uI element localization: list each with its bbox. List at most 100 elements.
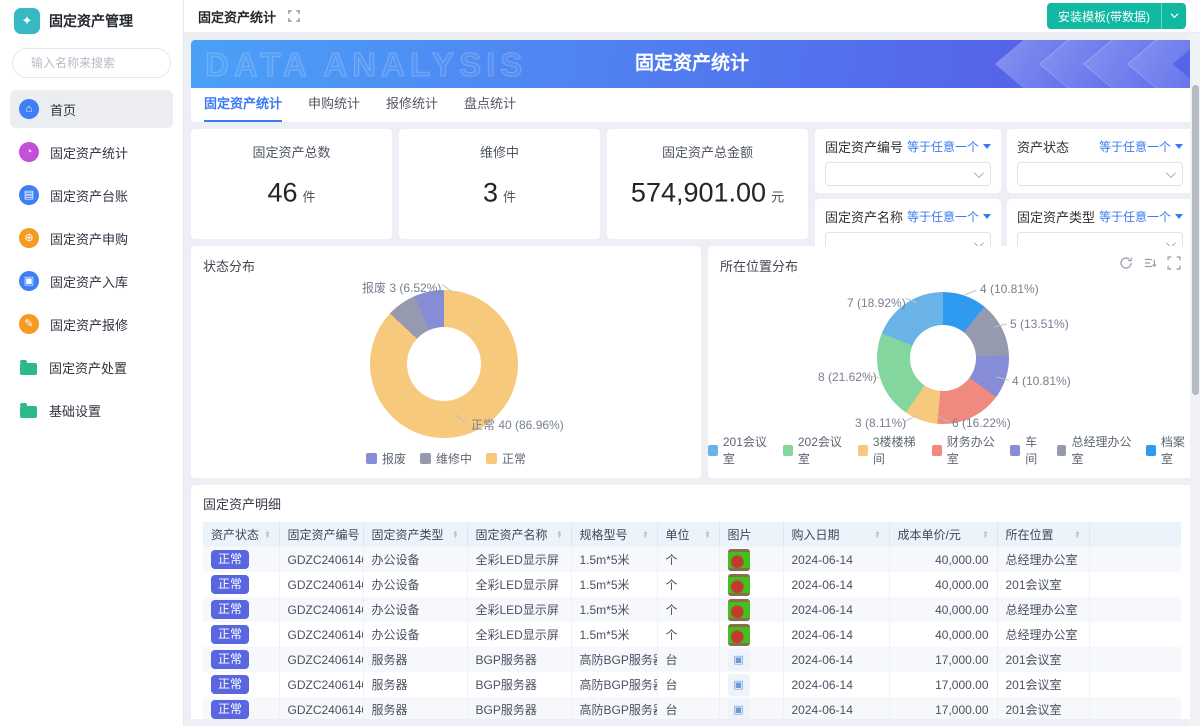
column-header-固定资产编号[interactable]: 固定资产编号▲▼ bbox=[279, 522, 364, 547]
cell-unit: 个 bbox=[657, 572, 720, 597]
sidebar-item-固定资产统计[interactable]: ◔ 固定资产统计 bbox=[10, 133, 173, 171]
filter-operator[interactable]: 等于任意一个 bbox=[907, 208, 991, 225]
sort-icon[interactable]: ▲ ▼ bbox=[453, 530, 459, 540]
location-donut-chart[interactable] bbox=[877, 292, 1009, 424]
stats-row: 固定资产总数 46 件 维修中 3件 固定资产总金额 574,901.00 元 固定… bbox=[191, 129, 1193, 263]
legend-item-202会议室[interactable]: 202会议室 bbox=[783, 433, 848, 467]
sidebar-item-固定资产报修[interactable]: ✎ 固定资产报修 bbox=[10, 305, 173, 343]
sort-icon[interactable]: ▲ ▼ bbox=[557, 530, 563, 540]
table-row[interactable]: 正常 GDZC240614027办公设备全彩LED显示屏1.5m*5米个 2024-… bbox=[203, 622, 1181, 647]
led-screen-photo[interactable] bbox=[727, 573, 750, 596]
column-header-成本单价/元[interactable]: 成本单价/元 ▲ ▼ bbox=[889, 522, 998, 547]
legend-item-总经理办公室[interactable]: 总经理办公室 bbox=[1056, 433, 1136, 467]
banner-chevron-decor bbox=[995, 40, 1193, 88]
filter-select[interactable] bbox=[1017, 162, 1183, 186]
led-screen-photo[interactable] bbox=[727, 598, 750, 621]
cell-spec: 高防BGP服务器 bbox=[571, 672, 658, 697]
vertical-scrollbar-thumb[interactable] bbox=[1192, 85, 1199, 395]
sidebar-search[interactable] bbox=[12, 48, 186, 78]
column-header-规格型号[interactable]: 规格型号 ▲ ▼ bbox=[571, 522, 658, 547]
install-template-button[interactable]: 安装模板(带数据) bbox=[1047, 3, 1186, 29]
column-header-固定资产类型[interactable]: 固定资产类型 ▲ ▼ bbox=[363, 522, 468, 547]
sort-desc: ▼ bbox=[264, 533, 271, 540]
sort-icon[interactable]: ▲ ▼ bbox=[875, 530, 881, 540]
table-row[interactable]: 正常 GDZC240614030办公设备全彩LED显示屏1.5m*5米个 2024-… bbox=[203, 547, 1181, 572]
install-template-label[interactable]: 安装模板(带数据) bbox=[1047, 3, 1161, 29]
cell-code: GDZC240614028 bbox=[279, 597, 364, 622]
legend-swatch bbox=[1010, 444, 1021, 456]
cell-image: ▣ bbox=[719, 647, 784, 672]
column-label: 单位 bbox=[665, 528, 690, 542]
column-header-固定资产名称[interactable]: 固定资产名称 ▲ ▼ bbox=[467, 522, 572, 547]
cell-empty bbox=[1089, 572, 1181, 597]
filter-header: 固定资产类型 等于任意一个 bbox=[1017, 207, 1183, 226]
sort-icon[interactable] bbox=[1143, 256, 1157, 270]
sort-icon[interactable]: ▲ ▼ bbox=[264, 530, 271, 540]
legend-item-维修中[interactable]: 维修中 bbox=[419, 450, 472, 467]
table-row[interactable]: 正常 GDZC240614024服务器BGP服务器高防BGP服务器台 ▣ 2024-0… bbox=[203, 697, 1181, 719]
sort-icon[interactable]: ▲ ▼ bbox=[643, 530, 649, 540]
column-header-购入日期[interactable]: 购入日期 ▲ ▼ bbox=[783, 522, 890, 547]
led-screen-photo[interactable] bbox=[727, 548, 750, 571]
stat-card-total-amount: 固定资产总金额 574,901.00 元 bbox=[607, 129, 808, 239]
sidebar-item-首页[interactable]: ⌂ 首页 bbox=[10, 90, 173, 128]
table-row[interactable]: 正常 GDZC240614029办公设备全彩LED显示屏1.5m*5米个 2024-… bbox=[203, 572, 1181, 597]
legend-item-3楼楼梯间[interactable]: 3楼楼梯间 bbox=[858, 433, 922, 467]
column-header-所在位置[interactable]: 所在位置 ▲ ▼ bbox=[997, 522, 1090, 547]
tab-申购统计[interactable]: 申购统计 bbox=[308, 88, 360, 122]
sidebar-item-固定资产入库[interactable]: ▣ 固定资产入库 bbox=[10, 262, 173, 300]
status-badge: 正常 bbox=[211, 549, 250, 570]
server-photo[interactable]: ▣ bbox=[727, 698, 750, 719]
led-screen-photo[interactable] bbox=[727, 623, 750, 646]
refresh-icon[interactable] bbox=[1119, 256, 1133, 270]
column-header-inner: 购入日期 ▲ ▼ bbox=[792, 526, 881, 543]
table-row[interactable]: 正常 GDZC240614025服务器BGP服务器高防BGP服务器台 ▣ 2024-0… bbox=[203, 672, 1181, 697]
filter-label: 固定资产类型 bbox=[1017, 210, 1096, 225]
sidebar-item-固定资产台账[interactable]: ▤ 固定资产台账 bbox=[10, 176, 173, 214]
expand-icon[interactable] bbox=[1167, 256, 1181, 270]
search-input[interactable] bbox=[31, 56, 186, 70]
status-badge: 正常 bbox=[211, 699, 250, 719]
column-header-inner: 单位 ▲ ▼ bbox=[666, 526, 711, 543]
server-photo[interactable]: ▣ bbox=[727, 648, 750, 671]
sidebar-item-基础设置[interactable]: 基础设置 bbox=[10, 391, 173, 429]
install-template-caret[interactable] bbox=[1161, 3, 1186, 29]
tab-盘点统计[interactable]: 盘点统计 bbox=[464, 88, 516, 122]
filter-select[interactable] bbox=[825, 162, 991, 186]
sidebar-item-固定资产处置[interactable]: 固定资产处置 bbox=[10, 348, 173, 386]
legend-item-档案室[interactable]: 档案室 bbox=[1146, 433, 1193, 467]
tab-固定资产统计[interactable]: 固定资产统计 bbox=[204, 88, 283, 122]
server-photo[interactable]: ▣ bbox=[727, 673, 750, 696]
table-row[interactable]: 正常 GDZC240614026服务器BGP服务器高防BGP服务器台 ▣ 2024-0… bbox=[203, 647, 1181, 672]
tab-报修统计[interactable]: 报修统计 bbox=[386, 88, 438, 122]
sidebar-item-label: 固定资产入库 bbox=[50, 274, 129, 290]
asset-detail-card: 固定资产明细 资产状态▲▼固定资产编号▲▼固定资产类型▲▼固定资产名称▲▼规格型… bbox=[191, 485, 1193, 719]
legend-item-报废[interactable]: 报废 bbox=[365, 450, 406, 467]
legend-swatch bbox=[486, 453, 497, 464]
topbar-active-tab[interactable]: 固定资产统计 bbox=[198, 7, 276, 26]
legend-item-车间[interactable]: 车间 bbox=[1010, 433, 1046, 467]
legend-item-正常[interactable]: 正常 bbox=[486, 450, 526, 467]
column-header-资产状态[interactable]: 资产状态 ▲ ▼ bbox=[203, 522, 280, 547]
vertical-scrollbar-track[interactable] bbox=[1190, 33, 1200, 726]
sort-icon[interactable]: ▲ ▼ bbox=[1075, 530, 1081, 540]
page-content: DATA ANALYSIS 固定资产统计 固定资产统计 申购统计 报修统计 盘点统计 … bbox=[184, 33, 1200, 726]
filter-operator[interactable]: 等于任意一个 bbox=[1099, 208, 1183, 225]
fullscreen-icon[interactable] bbox=[288, 10, 300, 22]
column-header-单位[interactable]: 单位 ▲ ▼ bbox=[657, 522, 720, 547]
sort-icon[interactable]: ▲ ▼ bbox=[983, 530, 989, 540]
filter-operator[interactable]: 等于任意一个 bbox=[907, 138, 991, 155]
legend-item-财务办公室[interactable]: 财务办公室 bbox=[931, 433, 1001, 467]
column-label: 成本单价/元 bbox=[897, 528, 961, 542]
chart-title: 所在位置分布 bbox=[720, 259, 799, 274]
cell-location: 201会议室 bbox=[997, 647, 1090, 672]
legend-item-201会议室[interactable]: 201会议室 bbox=[708, 433, 773, 467]
filter-operator[interactable]: 等于任意一个 bbox=[1099, 138, 1183, 155]
sidebar-item-固定资产申购[interactable]: ⊕ 固定资产申购 bbox=[10, 219, 173, 257]
status-badge: 正常 bbox=[211, 649, 250, 670]
cell-spec: 1.5m*5米 bbox=[571, 547, 658, 572]
pie-callout: 5 (13.51%) bbox=[1010, 317, 1069, 331]
sort-icon[interactable]: ▲ ▼ bbox=[705, 530, 711, 540]
stat-value: 3 bbox=[482, 177, 498, 208]
table-row[interactable]: 正常 GDZC240614028办公设备全彩LED显示屏1.5m*5米个 2024-… bbox=[203, 597, 1181, 622]
